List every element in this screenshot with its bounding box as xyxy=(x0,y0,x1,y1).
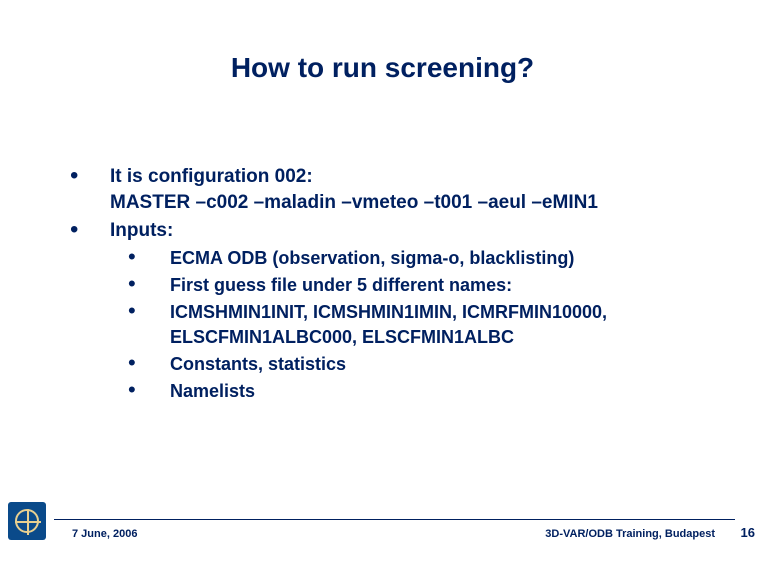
slide-body: • It is configuration 002: MASTER –c002 … xyxy=(60,164,725,406)
bullet-icon: • xyxy=(128,245,136,269)
sub-bullet: • ECMA ODB (observation, sigma-o, blackl… xyxy=(110,246,725,271)
bullet-inputs: • Inputs: • ECMA ODB (observation, sigma… xyxy=(60,218,725,404)
sub-bullet-text: Constants, statistics xyxy=(170,352,725,377)
footer-page-number: 16 xyxy=(741,525,755,540)
sub-bullet: • First guess file under 5 different nam… xyxy=(110,273,725,298)
footer-date: 7 June, 2006 xyxy=(72,528,137,540)
sub-bullet: • ICMSHMIN1INIT, ICMSHMIN1IMIN, ICMRFMIN… xyxy=(110,300,725,350)
bullet-icon: • xyxy=(128,378,136,402)
slide-title: How to run screening? xyxy=(0,52,765,84)
footer-course: 3D-VAR/ODB Training, Budapest xyxy=(545,528,715,540)
sub-bullet-text: ICMSHMIN1INIT, ICMSHMIN1IMIN, ICMRFMIN10… xyxy=(170,300,725,350)
footer-divider xyxy=(54,519,735,520)
bullet-icon: • xyxy=(70,164,78,188)
bullet-icon: • xyxy=(70,218,78,242)
bullet-config: • It is configuration 002: MASTER –c002 … xyxy=(60,164,725,216)
bullet-icon: • xyxy=(128,351,136,375)
sub-bullet-text: First guess file under 5 different names… xyxy=(170,273,725,298)
omsz-logo xyxy=(8,502,46,540)
bullet-text-cont: MASTER –c002 –maladin –vmeteo –t001 –aeu… xyxy=(110,190,725,216)
sub-bullet-text: ECMA ODB (observation, sigma-o, blacklis… xyxy=(170,246,725,271)
sub-bullet-text: Namelists xyxy=(170,379,725,404)
bullet-text: It is configuration 002: xyxy=(110,164,725,190)
sub-bullet: • Constants, statistics xyxy=(110,352,725,377)
bullet-icon: • xyxy=(128,272,136,296)
sub-bullet: • Namelists xyxy=(110,379,725,404)
slide-footer: 7 June, 2006 3D-VAR/ODB Training, Budape… xyxy=(0,508,765,548)
bullet-text: Inputs: xyxy=(110,218,725,244)
bullet-icon: • xyxy=(128,299,136,323)
